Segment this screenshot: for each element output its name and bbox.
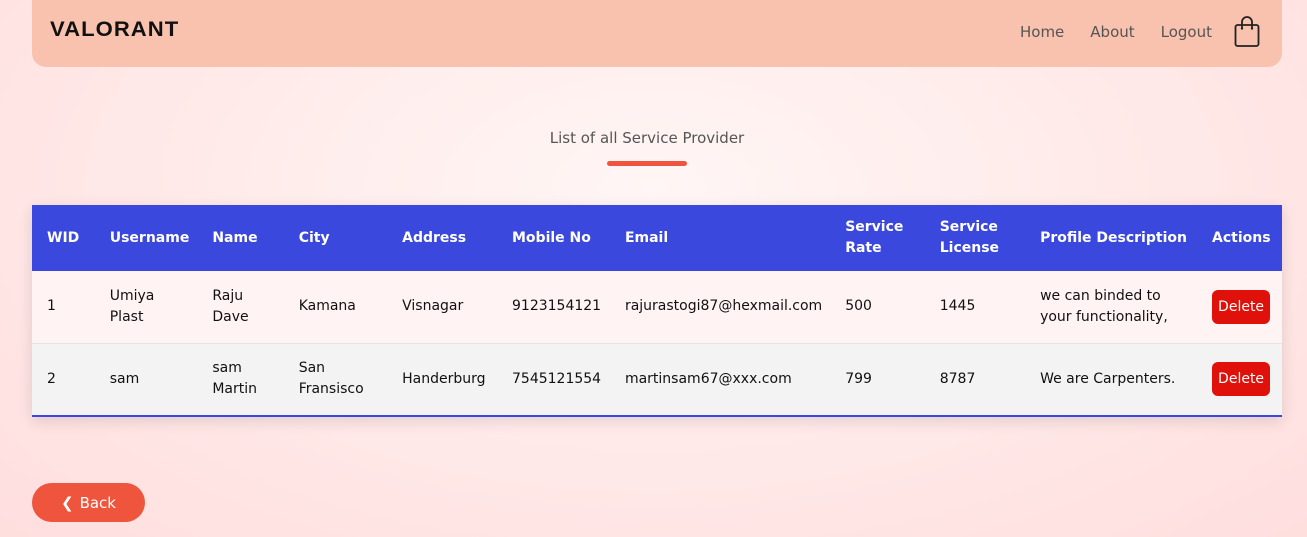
logo[interactable]: VALORANT <box>50 18 179 42</box>
cell-username: Umiya Plast <box>109 287 155 325</box>
chevron-left-icon: ❮ <box>61 493 74 512</box>
cell-actions: Delete <box>1197 271 1282 343</box>
cell-city: Kamana <box>298 298 356 315</box>
cell-rate: 799 <box>845 370 872 387</box>
column-header: Username <box>109 229 190 246</box>
shopping-bag-icon[interactable] <box>1234 16 1260 48</box>
cell-license: 8787 <box>939 370 976 387</box>
back-button[interactable]: ❮ Back <box>32 483 145 522</box>
cell-mobile: 9123154121 <box>512 298 602 315</box>
column-header: Service Rate <box>845 219 904 256</box>
cell-name: Raju Dave <box>212 287 249 325</box>
cell-description: we can binded to your functionality, <box>1040 287 1168 325</box>
table-row: 1 Umiya Plast Raju Dave Kamana Visnagar … <box>32 271 1282 343</box>
cell-rate: 500 <box>845 298 872 315</box>
cell-description: We are Carpenters. <box>1040 370 1176 387</box>
cell-address: Handerburg <box>402 370 486 387</box>
cell-mobile: 7545121554 <box>512 370 602 387</box>
column-header: Actions <box>1212 229 1271 246</box>
delete-button[interactable]: Delete <box>1212 289 1271 324</box>
cell-actions: Delete <box>1197 343 1282 415</box>
table-header-row: WID Username Name City Address Mobile No… <box>32 205 1282 271</box>
column-header: Address <box>402 229 467 246</box>
column-header: City <box>298 229 330 246</box>
cell-wid: 2 <box>47 370 56 387</box>
cell-username: sam <box>109 370 140 387</box>
table-row: 2 sam sam Martin San Fransisco Handerbur… <box>32 343 1282 415</box>
cell-name: sam Martin <box>212 360 258 398</box>
cell-email: martinsam67@xxx.com <box>624 370 792 387</box>
column-header: Mobile No <box>512 229 591 246</box>
cell-city: San Fransisco <box>298 360 364 398</box>
column-header: Name <box>212 229 258 246</box>
title-underline <box>607 161 687 166</box>
back-button-label: Back <box>79 493 116 512</box>
column-header: Service License <box>939 219 1000 256</box>
navbar: VALORANT Home About Logout <box>32 0 1282 67</box>
page-title: List of all Service Provider <box>549 129 745 147</box>
column-header: Email <box>624 229 669 246</box>
nav-home-link[interactable]: Home <box>1020 23 1064 41</box>
cell-wid: 1 <box>47 298 56 315</box>
nav-links: Home About Logout <box>1020 23 1212 41</box>
cell-license: 1445 <box>939 298 976 315</box>
column-header: Profile Description <box>1040 229 1187 246</box>
page-title-wrap: List of all Service Provider <box>0 128 1294 147</box>
service-provider-table: WID Username Name City Address Mobile No… <box>32 205 1282 417</box>
nav-logout-link[interactable]: Logout <box>1161 23 1212 41</box>
column-header: WID <box>47 229 80 246</box>
cell-email: rajurastogi87@hexmail.com <box>624 298 823 315</box>
nav-about-link[interactable]: About <box>1090 23 1134 41</box>
cell-address: Visnagar <box>402 298 464 315</box>
delete-button[interactable]: Delete <box>1212 362 1271 397</box>
